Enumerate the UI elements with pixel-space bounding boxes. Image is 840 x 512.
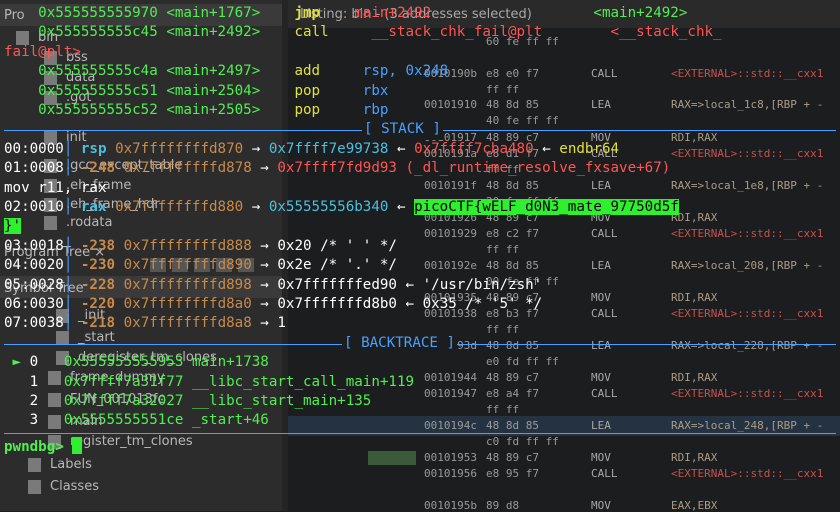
stack-entry: 06:0030│ -220 0x7ffffffffd8a0 → 0x7fffff… xyxy=(4,296,543,312)
prompt-line[interactable]: pwndbg> xyxy=(4,436,83,457)
backtrace-frame: 1 0x7ffff7a31f77 __libc_start_call_main+… xyxy=(29,373,415,390)
backtrace-frame: ► 0 0x555555555953 main+1738 xyxy=(12,354,269,371)
stack-entry: 05:0028│ -228 0x7ffffffffd898 → 0x7fffff… xyxy=(4,276,543,293)
stack-title: [ STACK ] xyxy=(362,120,443,140)
disasm-line: 0x555555555c51 <main+2504> pop rbx xyxy=(38,82,389,99)
stack-entry: 00:0000│ rsp 0x7ffffffffd870 → 0x7ffff7e… xyxy=(4,140,620,157)
stack-wrap-line: }' xyxy=(4,218,22,235)
backtrace-frame: 2 0x7ffff7a32027 __libc_start_main+135 xyxy=(29,393,372,409)
backtrace-title: [ BACKTRACE ] xyxy=(342,333,458,354)
disasm-line: 0x555555555970 <main+1767> jmp main+2492… xyxy=(38,5,688,21)
disasm-line: 0x555555555c45 <main+2492> call __stack_… xyxy=(38,24,722,41)
stack-entry: 03:0018│ -238 0x7ffffffffd888 → 0x20 /* … xyxy=(4,237,397,254)
pwndbg-terminal[interactable]: 0x555555555970 <main+1767> jmp main+2492… xyxy=(0,0,840,511)
disasm-line: 0x555555555c52 <main+2505> pop rbp xyxy=(38,102,389,118)
disasm-line: 0x555555555c4a <main+2497> add rsp, 0x24… xyxy=(38,63,449,80)
terminal-cursor xyxy=(72,436,83,454)
backtrace-frame: 3 0x5555555551ce _start+46 xyxy=(29,412,269,429)
stack-wrap-line: mov r11, rax xyxy=(4,179,107,196)
prompt-divider xyxy=(4,432,836,434)
stack-entry: 07:0038│ -218 0x7ffffffffd8a8 → 1 xyxy=(4,315,286,332)
stack-entry: 02:0010│ rax 0x7ffffffffd880 → 0x5555555… xyxy=(4,199,679,215)
flag-string: picoCTF{wELF_d0N3_mate_97750d5f xyxy=(414,199,679,215)
pwndbg-prompt: pwndbg> xyxy=(4,438,64,455)
disasm-wrap-line: fail@plt> xyxy=(4,43,81,60)
stack-entry: 04:0020│ -230 0x7ffffffffd890 → 0x2e /* … xyxy=(4,257,397,274)
stack-entry: 01:0008│ -248 0x7ffffffffd878 → 0x7ffff7… xyxy=(4,160,671,177)
